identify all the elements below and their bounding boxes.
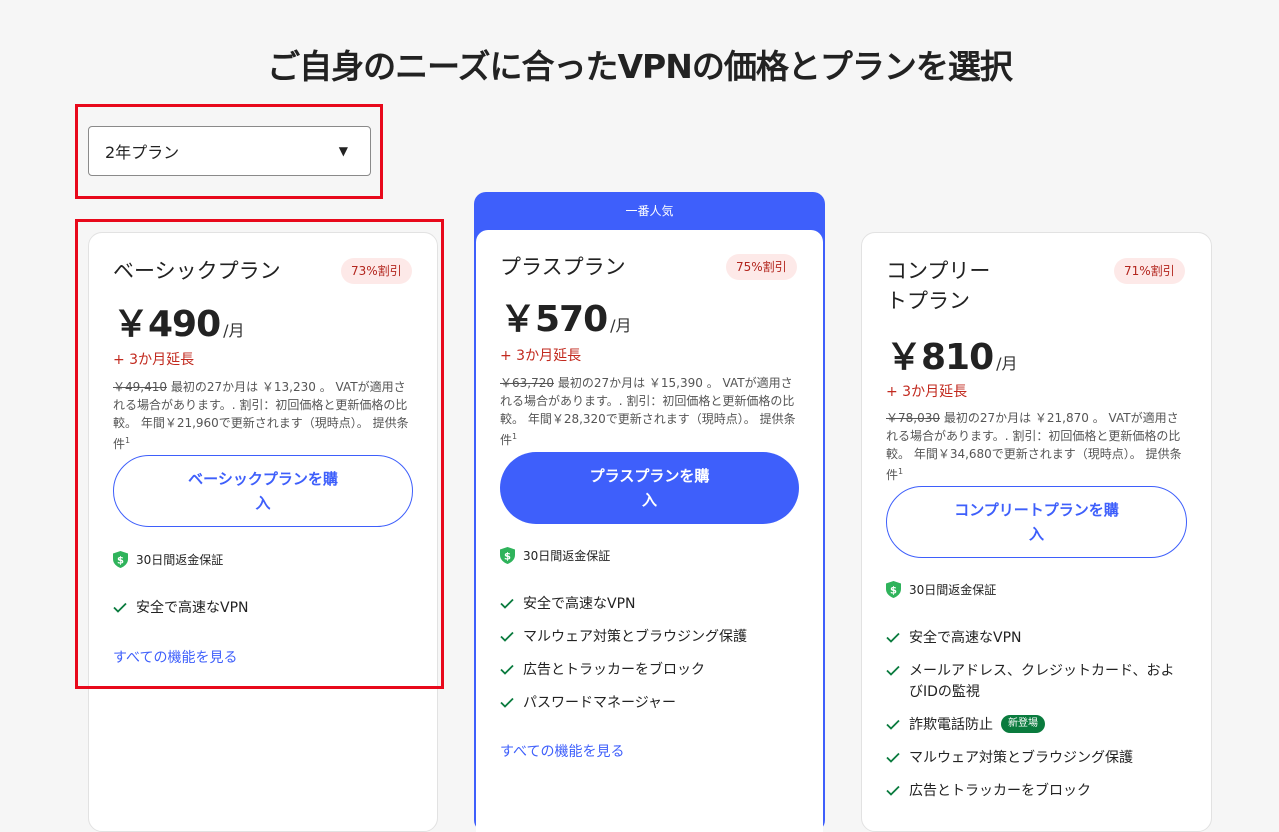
shield-dollar-icon: $ (500, 547, 515, 564)
original-price: ￥63,720 (500, 376, 554, 390)
feature-label: 詐欺電話防止 (909, 717, 993, 733)
extension-offer: + 3か月延長 (886, 384, 968, 400)
feature-item: マルウェア対策とブラウジング保護 (886, 748, 1133, 769)
feature-label: 安全で高速なVPN (909, 630, 1022, 646)
check-icon (886, 752, 900, 763)
dropdown-arrow-icon: ▼ (338, 144, 348, 158)
page-title: ご自身のニーズに合ったVPNの価格とプランを選択 (267, 47, 1013, 86)
price-amount: ￥570 (500, 299, 608, 340)
check-icon (500, 631, 514, 642)
feature-label: 広告とトラッカーをブロック (909, 783, 1091, 799)
price-period: /月 (610, 316, 632, 335)
price-amount: ￥810 (886, 337, 994, 378)
feature-item: マルウェア対策とブラウジング保護 (500, 627, 747, 648)
price: ￥810 /月 (886, 328, 1018, 380)
price: ￥570 /月 (500, 290, 632, 342)
buy-plus-button[interactable]: プラスプランを購入 (500, 452, 799, 524)
money-back-guarantee: $ 30日間返金保証 (886, 581, 996, 598)
plan-card-plus-body: プラスプラン 75%割引 ￥570 /月 + 3か月延長 ￥63,720 最初の… (476, 230, 823, 832)
feature-label: パスワードマネージャー (523, 695, 677, 711)
feature-item: メールアドレス、クレジットカード、およびIDの監視 (886, 661, 1186, 703)
popular-label: 一番人気 (625, 204, 674, 218)
feature-label: マルウェア対策とブラウジング保護 (523, 629, 747, 645)
check-icon (886, 719, 900, 730)
guarantee-label: 30日間返金保証 (909, 583, 997, 597)
discount-badge: 75%割引 (726, 254, 797, 280)
buy-button-label: コンプリートプランを購入 (954, 501, 1119, 543)
check-icon (500, 598, 514, 609)
feature-item: 広告とトラッカーをブロック (500, 660, 705, 681)
svg-text:$: $ (890, 586, 897, 597)
feature-item: 詐欺電話防止 新登場 (886, 715, 1045, 736)
check-icon (886, 785, 900, 796)
original-price: ￥78,030 (886, 411, 940, 425)
price-period: /月 (996, 354, 1018, 373)
plan-duration-value: 2年プラン (105, 143, 180, 162)
plan-duration-select[interactable]: 2年プラン ▼ (88, 126, 371, 176)
plan-card-complete: コンプリートプラン 71%割引 ￥810 /月 + 3か月延長 ￥78,030 … (861, 232, 1212, 832)
price-details: ￥78,030 最初の27か月は ￥21,870 。 VATが適用される場合があ… (886, 409, 1186, 484)
see-all-features-link[interactable]: すべての機能を見る (500, 741, 624, 761)
buy-complete-button[interactable]: コンプリートプランを購入 (886, 486, 1187, 558)
feature-item: 安全で高速なVPN (886, 628, 1022, 649)
price-details: ￥63,720 最初の27か月は ￥15,390 。 VATが適用される場合があ… (500, 374, 800, 449)
svg-text:$: $ (504, 552, 511, 563)
discount-badge: 71%割引 (1114, 258, 1185, 284)
plan-card-plus: 一番人気 プラスプラン 75%割引 ￥570 /月 + 3か月延長 ￥63,72… (474, 192, 825, 832)
guarantee-label: 30日間返金保証 (523, 549, 611, 563)
check-icon (886, 665, 900, 676)
feature-item: 広告とトラッカーをブロック (886, 781, 1091, 802)
plan-name: プラスプラン (500, 255, 626, 279)
extension-offer: + 3か月延長 (500, 348, 582, 364)
feature-item: パスワードマネージャー (500, 693, 676, 714)
shield-dollar-icon: $ (886, 581, 901, 598)
feature-label: マルウェア対策とブラウジング保護 (909, 750, 1133, 766)
check-icon (886, 632, 900, 643)
footnote-ref: 1 (512, 432, 518, 441)
feature-label: 安全で高速なVPN (523, 596, 636, 612)
new-badge: 新登場 (1001, 715, 1045, 733)
money-back-guarantee: $ 30日間返金保証 (500, 547, 610, 564)
feature-label: メールアドレス、クレジットカード、およびIDの監視 (909, 663, 1175, 700)
feature-label: 広告とトラッカーをブロック (523, 662, 705, 678)
check-icon (500, 697, 514, 708)
plan-name: コンプリートプラン (886, 259, 991, 313)
footnote-ref: 1 (898, 467, 904, 476)
check-icon (500, 664, 514, 675)
highlight-box-basic-card (75, 219, 444, 689)
feature-item: 安全で高速なVPN (500, 594, 636, 615)
buy-button-label: プラスプランを購入 (589, 467, 710, 509)
